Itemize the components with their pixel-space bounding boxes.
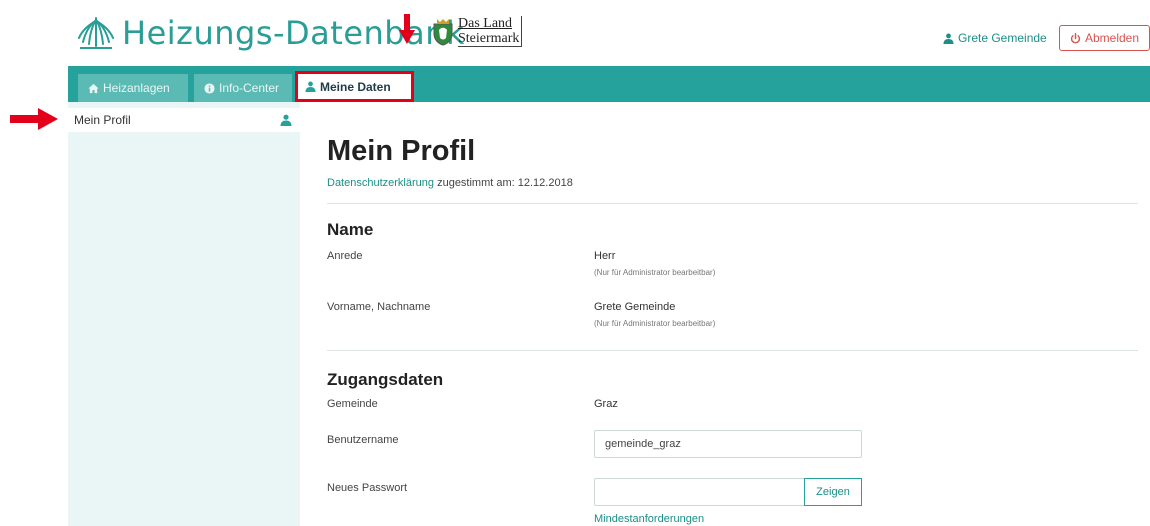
municipality-value: Graz <box>594 398 618 410</box>
username-label: Benutzername <box>327 434 399 446</box>
crest-icon <box>433 18 453 46</box>
sidebar-item-mein-profil[interactable]: Mein Profil <box>68 108 300 132</box>
divider <box>327 203 1138 204</box>
header: Heizungs-Datenbank Das Land Steiermark G… <box>0 0 1150 66</box>
page: Heizungs-Datenbank Das Land Steiermark G… <box>0 0 1150 526</box>
user-profile-link[interactable]: Grete Gemeinde <box>943 31 1047 45</box>
partner-logo: Das Land Steiermark <box>432 16 523 47</box>
salutation-label: Anrede <box>327 250 363 262</box>
page-title: Mein Profil <box>327 135 476 167</box>
section-access-heading: Zugangsdaten <box>327 370 444 389</box>
user-icon <box>280 114 292 126</box>
password-requirements-link[interactable]: Mindestanforderungen <box>594 513 704 525</box>
salutation-value: Herr <box>594 250 616 262</box>
fullname-value: Grete Gemeinde <box>594 301 676 313</box>
logout-button[interactable]: Abmelden <box>1059 25 1150 51</box>
partner-text: Das Land Steiermark <box>458 16 523 47</box>
user-name: Grete Gemeinde <box>958 31 1047 45</box>
brand-mark-icon <box>78 17 114 49</box>
username-input[interactable]: gemeinde_graz <box>594 430 862 458</box>
power-icon <box>1070 32 1081 43</box>
partner-line2: Steiermark <box>458 31 520 46</box>
annotation-arrow-right-icon <box>10 108 58 130</box>
show-password-button[interactable]: Zeigen <box>804 478 862 506</box>
main-nav: Heizanlagen Info-Center Meine Daten <box>68 66 1150 102</box>
home-icon <box>88 83 99 93</box>
fullname-note: (Nur für Administrator bearbeitbar) <box>594 319 716 328</box>
municipality-label: Gemeinde <box>327 398 378 410</box>
password-input[interactable] <box>594 478 805 506</box>
sidebar: Mein Profil <box>68 102 300 526</box>
tab-label: Heizanlagen <box>103 81 170 95</box>
section-name-heading: Name <box>327 220 374 239</box>
tab-heizanlagen[interactable]: Heizanlagen <box>78 74 188 102</box>
tab-label: Info-Center <box>219 81 280 95</box>
logout-label: Abmelden <box>1084 31 1140 45</box>
divider <box>327 350 1138 351</box>
fullname-label: Vorname, Nachname <box>327 301 431 313</box>
partner-line1: Das Land <box>458 16 513 31</box>
tab-info-center[interactable]: Info-Center <box>194 74 292 102</box>
info-icon <box>204 82 215 94</box>
annotation-arrow-down-icon <box>399 14 415 44</box>
user-icon <box>305 81 316 92</box>
privacy-consent: Datenschutzerklärung zugestimmt am: 12.1… <box>327 177 573 189</box>
tab-label: Meine Daten <box>320 79 391 94</box>
privacy-policy-link[interactable]: Datenschutzerklärung <box>327 177 434 189</box>
password-label: Neues Passwort <box>327 482 408 494</box>
user-icon <box>943 33 954 44</box>
salutation-note: (Nur für Administrator bearbeitbar) <box>594 268 716 277</box>
privacy-consent-text: zugestimmt am: 12.12.2018 <box>437 177 573 189</box>
tab-meine-daten[interactable]: Meine Daten <box>295 71 414 102</box>
sidebar-item-label: Mein Profil <box>74 113 131 127</box>
